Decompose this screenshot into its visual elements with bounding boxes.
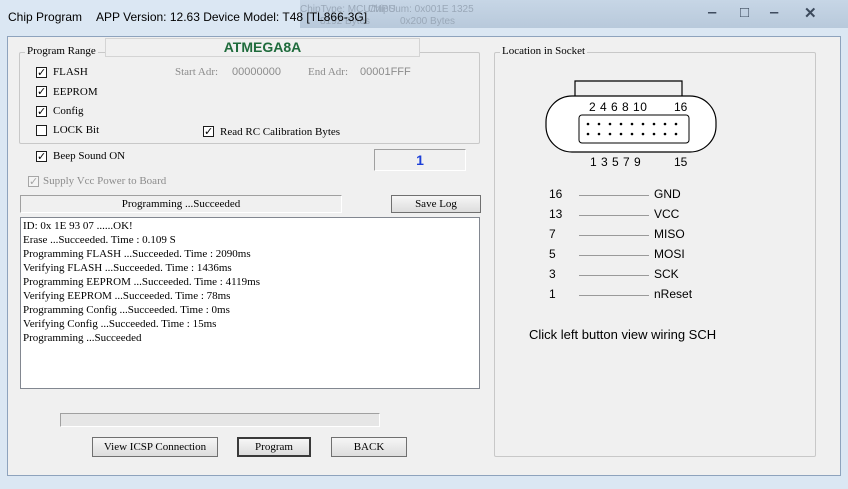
flash-checkbox[interactable]: ✓: [36, 67, 47, 78]
save-log-button[interactable]: Save Log: [391, 195, 481, 213]
chip-name: ATMEGA8A: [223, 39, 302, 55]
maximize-icon[interactable]: □: [740, 4, 749, 21]
socket-top-numbers: 2 4 6 8 10: [589, 100, 648, 114]
socket-bottom-right-number: 15: [674, 155, 688, 169]
eeprom-label: EEPROM: [53, 86, 98, 98]
window-controls: ‒ □ ‒ ✕: [704, 0, 844, 24]
chip-name-box: ATMEGA8A: [105, 38, 420, 57]
progress-bar: [60, 413, 380, 427]
view-icsp-button[interactable]: View ICSP Connection: [92, 437, 218, 457]
pin-wire: [579, 235, 649, 236]
log-line: Verifying Config ...Succeeded. Time : 15…: [23, 318, 217, 330]
title-bar[interactable]: Chip Program APP Version: 12.63 Device Mo…: [0, 0, 848, 36]
status-text: Programming ...Succeeded: [121, 198, 241, 210]
flash-label: FLASH: [53, 66, 88, 78]
log-line: Programming FLASH ...Succeeded. Time : 2…: [23, 248, 251, 260]
pin-wire: [579, 295, 649, 296]
log-textarea[interactable]: ID: 0x 1E 93 07 ......OK! Erase ...Succe…: [20, 217, 480, 389]
icsp-connector-diagram[interactable]: [540, 78, 720, 158]
socket-top-right-number: 16: [674, 100, 688, 114]
program-range-legend: Program Range: [25, 45, 98, 57]
start-address-value: 00000000: [232, 66, 281, 78]
pin-wire: [579, 255, 649, 256]
program-button[interactable]: Program: [237, 437, 311, 457]
beep-label: Beep Sound ON: [53, 150, 126, 162]
end-address-label: End Adr:: [308, 66, 349, 78]
pin-name: SCK: [654, 267, 679, 281]
socket-legend: Location in Socket: [500, 45, 588, 57]
log-line: ID: 0x 1E 93 07 ......OK!: [23, 220, 133, 232]
pin-name: VCC: [654, 207, 680, 221]
pin-number: 7: [549, 227, 556, 241]
lock-bit-label: LOCK Bit: [53, 124, 100, 136]
log-line: Verifying FLASH ...Succeeded. Time : 143…: [23, 262, 232, 274]
log-line: Verifying EEPROM ...Succeeded. Time : 78…: [23, 290, 231, 302]
config-label: Config: [53, 105, 84, 117]
program-counter: 1: [374, 149, 466, 171]
read-rc-label: Read RC Calibration Bytes: [220, 126, 341, 138]
pin-name: nReset: [654, 287, 693, 301]
beep-checkbox[interactable]: ✓: [36, 151, 47, 162]
read-rc-checkbox[interactable]: ✓: [203, 126, 214, 137]
pin-wire: [579, 215, 649, 216]
end-address-value: 00001FFF: [360, 66, 411, 78]
socket-bottom-numbers: 1 3 5 7 9: [590, 155, 642, 169]
counter-value: 1: [416, 152, 424, 168]
pin-number: 13: [549, 207, 563, 221]
log-line: Erase ...Succeeded. Time : 0.109 S: [23, 234, 176, 246]
pin-wire: [579, 195, 649, 196]
eeprom-checkbox[interactable]: ✓: [36, 86, 47, 97]
window-title: Chip Program APP Version: 12.63 Device Mo…: [8, 10, 368, 24]
close-icon[interactable]: ✕: [804, 4, 817, 22]
pin-number: 16: [549, 187, 563, 201]
minimize-icon[interactable]: ‒: [708, 4, 716, 21]
pin-wire: [579, 275, 649, 276]
pin-number: 3: [549, 267, 556, 281]
supply-vcc-checkbox[interactable]: ✓: [28, 176, 39, 187]
config-checkbox[interactable]: ✓: [36, 106, 47, 117]
pin-name: MOSI: [654, 247, 685, 261]
status-bar: Programming ...Succeeded: [20, 195, 342, 213]
pin-name: MISO: [654, 227, 685, 241]
pin-number: 1: [549, 287, 556, 301]
lock-bit-checkbox[interactable]: [36, 125, 47, 136]
pin-number: 5: [549, 247, 556, 261]
wiring-hint: Click left button view wiring SCH: [529, 327, 717, 342]
start-address-label: Start Adr:: [175, 66, 219, 78]
restore-icon[interactable]: ‒: [770, 4, 778, 21]
log-line: Programming EEPROM ...Succeeded. Time : …: [23, 276, 261, 288]
log-line: Programming ...Succeeded: [23, 332, 142, 344]
log-line: Programming Config ...Succeeded. Time : …: [23, 304, 230, 316]
pin-name: GND: [654, 187, 681, 201]
back-button[interactable]: BACK: [331, 437, 407, 457]
supply-vcc-label: Supply Vcc Power to Board: [43, 175, 167, 187]
